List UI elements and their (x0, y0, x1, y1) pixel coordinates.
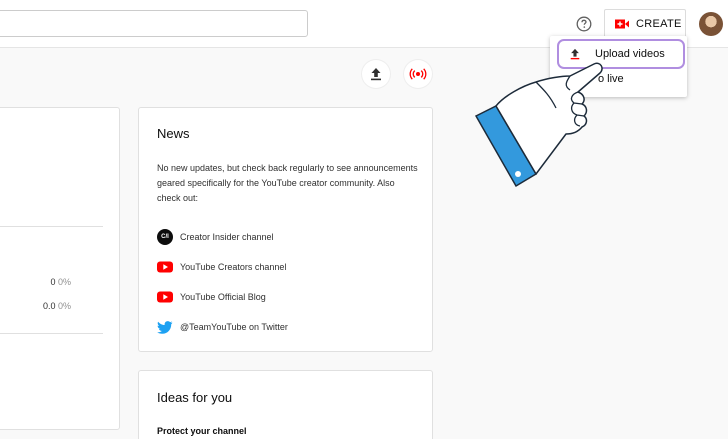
news-link-youtube-blog[interactable]: YouTube Official Blog (157, 289, 266, 305)
news-link-label: YouTube Creators channel (180, 262, 287, 272)
question-circle-icon (576, 16, 592, 32)
stat-value: 0 0% (50, 277, 71, 287)
creator-insider-icon: C/I (157, 229, 173, 245)
news-title: News (157, 126, 190, 141)
search-input[interactable] (0, 10, 308, 37)
help-button[interactable] (573, 13, 595, 35)
news-link-label: YouTube Official Blog (180, 292, 266, 302)
go-live-button[interactable] (404, 60, 432, 88)
upload-video-button[interactable] (362, 60, 390, 88)
avatar[interactable] (699, 12, 723, 36)
news-link-label: @TeamYouTube on Twitter (180, 322, 288, 332)
live-broadcast-icon (409, 68, 427, 80)
news-link-youtube-creators[interactable]: YouTube Creators channel (157, 259, 286, 275)
youtube-icon (157, 291, 173, 303)
news-body: No new updates, but check back regularly… (157, 163, 418, 203)
pointing-hand-icon (474, 62, 603, 188)
divider (0, 333, 103, 334)
ideas-card: Ideas for you Protect your channel (138, 370, 433, 439)
news-link-twitter[interactable]: @TeamYouTube on Twitter (157, 319, 288, 335)
video-camera-plus-icon (615, 19, 629, 28)
create-button-label: CREATE (636, 17, 682, 30)
youtube-icon (157, 261, 173, 273)
analytics-card: 0 0% 0.0 0% (0, 107, 120, 430)
divider (0, 226, 103, 227)
create-button[interactable]: CREATE (604, 9, 686, 38)
stat-value: 0.0 0% (42, 301, 71, 311)
ideas-title: Ideas for you (157, 390, 233, 405)
news-link-creator-insider[interactable]: C/I Creator Insider channel (157, 229, 274, 245)
ideas-item-title: Protect your channel (157, 426, 247, 436)
upload-icon (371, 68, 381, 81)
news-link-label: Creator Insider channel (180, 232, 274, 242)
news-card: News No new updates, but check back regu… (138, 107, 433, 352)
twitter-icon (157, 320, 173, 334)
